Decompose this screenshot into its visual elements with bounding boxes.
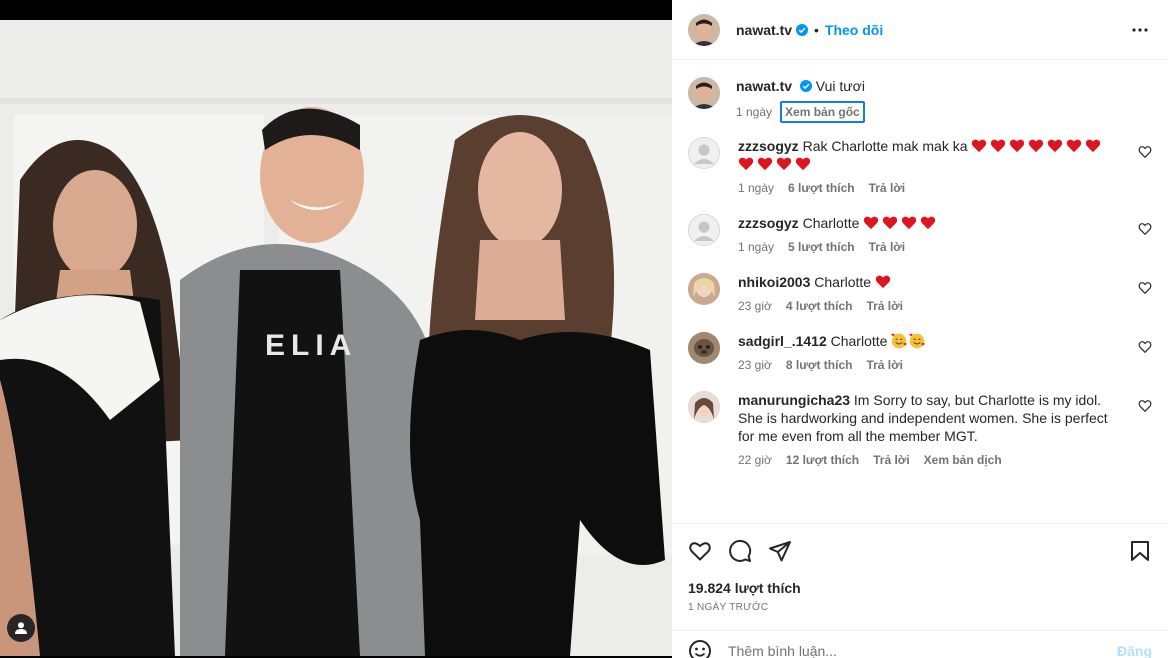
comment-time[interactable]: 23 giờ [738, 358, 772, 372]
comment-likes[interactable]: 5 lượt thích [788, 240, 855, 254]
comment-input[interactable] [728, 642, 1117, 658]
red-heart-emoji-icon [757, 157, 773, 171]
comments-list[interactable]: nawat.tv Vui tươi 1 ngày Xem bản gốc zzz… [672, 61, 1168, 523]
header-username[interactable]: nawat.tv [736, 22, 792, 38]
caption-username[interactable]: nawat.tv [736, 78, 792, 94]
comment-username[interactable]: zzzsogyz [738, 138, 799, 154]
comment-time[interactable]: 1 ngày [738, 240, 774, 254]
comment-item: manurungicha23 Im Sorry to say, but Char… [688, 391, 1152, 467]
more-options-button[interactable] [1128, 18, 1152, 42]
more-options-icon [1132, 27, 1148, 32]
follow-button[interactable]: Theo dõi [825, 22, 883, 38]
red-heart-emoji-icon [864, 216, 879, 230]
like-count[interactable]: 19.824 lượt thích [688, 580, 1152, 596]
separator-dot: • [814, 21, 819, 38]
post-comment-button[interactable]: Đăng [1117, 643, 1152, 658]
comment-time[interactable]: 23 giờ [738, 299, 772, 313]
reply-button[interactable]: Trả lời [866, 358, 903, 372]
user-tag-button[interactable] [7, 614, 35, 642]
avatar[interactable] [688, 332, 720, 364]
comment-likes[interactable]: 4 lượt thích [786, 299, 853, 313]
comment-emoji-hearts [875, 274, 894, 290]
like-comment-heart-icon[interactable] [1138, 340, 1152, 354]
red-heart-emoji-icon [972, 139, 987, 153]
avatar[interactable] [688, 273, 720, 305]
paper-plane-icon[interactable] [768, 539, 792, 563]
red-heart-emoji-icon [875, 275, 891, 289]
user-tag-icon [15, 622, 27, 634]
avatar[interactable] [688, 77, 720, 109]
comment-emoji-faces [891, 333, 927, 349]
comment-item: zzzsogyz Rak Charlotte mak mak ka 1 ngày… [688, 137, 1152, 195]
comment-item: sadgirl_.1412 Charlotte 23 giờ 8 lượt th… [688, 332, 1152, 372]
add-comment-bar: Đăng [672, 630, 1168, 658]
red-heart-emoji-icon [1010, 139, 1025, 153]
smiling-face-with-hearts-emoji-icon [909, 333, 925, 349]
reply-button[interactable]: Trả lời [869, 240, 906, 254]
comment-likes[interactable]: 12 lượt thích [786, 453, 859, 467]
post-date: 1 ngày trước [688, 602, 769, 613]
red-heart-emoji-icon [776, 157, 792, 171]
red-heart-emoji-icon [921, 216, 936, 230]
comment-username[interactable]: sadgirl_.1412 [738, 333, 827, 349]
red-heart-emoji-icon [1067, 139, 1082, 153]
reply-button[interactable]: Trả lời [869, 181, 906, 195]
red-heart-emoji-icon [795, 157, 811, 171]
see-translation-button[interactable]: Xem bản dịch [924, 453, 1002, 467]
red-heart-emoji-icon [902, 216, 917, 230]
comment-item: nhikoi2003 Charlotte 23 giờ 4 lượt thích… [688, 273, 1152, 313]
avatar[interactable] [688, 13, 720, 46]
post-header: nawat.tv • Theo dõi [672, 0, 1168, 60]
like-comment-heart-icon[interactable] [1138, 222, 1152, 236]
comment-text: Charlotte [830, 333, 888, 349]
shirt-text: ELIA [265, 329, 357, 362]
comment-text: Charlotte [814, 274, 872, 290]
like-comment-heart-icon[interactable] [1138, 281, 1152, 295]
comment-emoji-hearts [863, 215, 939, 231]
comment-likes[interactable]: 8 lượt thích [786, 358, 853, 372]
post-details-panel: nawat.tv • Theo dõi nawat.tv Vui tươi 1 … [672, 0, 1168, 658]
photo-image: ELIA [0, 20, 672, 656]
caption-text-line: nawat.tv Vui tươi [736, 77, 1152, 95]
like-comment-heart-icon[interactable] [1138, 399, 1152, 413]
red-heart-emoji-icon [1048, 139, 1063, 153]
comment-username[interactable]: nhikoi2003 [738, 274, 810, 290]
avatar[interactable] [688, 214, 720, 246]
verified-badge-icon [799, 80, 812, 92]
heart-outline-icon[interactable] [688, 539, 712, 563]
red-heart-emoji-icon [991, 139, 1006, 153]
caption-text: Vui tươi [815, 78, 865, 94]
smiley-icon[interactable] [688, 639, 712, 658]
red-heart-emoji-icon [1086, 139, 1101, 153]
comment-likes[interactable]: 6 lượt thích [788, 181, 855, 195]
see-original-button[interactable]: Xem bản gốc [780, 101, 865, 123]
red-heart-emoji-icon [883, 216, 898, 230]
reply-button[interactable]: Trả lời [873, 453, 910, 467]
avatar[interactable] [688, 391, 720, 423]
smiling-face-with-hearts-emoji-icon [891, 333, 907, 349]
red-heart-emoji-icon [738, 157, 754, 171]
post-photo[interactable]: ELIA [0, 0, 672, 658]
avatar[interactable] [688, 137, 720, 169]
comment-time[interactable]: 1 ngày [738, 181, 774, 195]
caption-time[interactable]: 1 ngày [736, 105, 772, 119]
bookmark-icon[interactable] [1128, 539, 1152, 563]
verified-badge-icon [796, 23, 809, 36]
comment-bubble-icon[interactable] [728, 539, 752, 563]
comment-item: zzzsogyz Charlotte 1 ngày 5 lượt thích T… [688, 214, 1152, 254]
comment-text: Rak Charlotte mak mak ka [802, 138, 968, 154]
like-comment-heart-icon[interactable] [1138, 145, 1152, 159]
comment-text: Charlotte [802, 215, 860, 231]
comment-username[interactable]: manurungicha23 [738, 392, 850, 408]
comment-username[interactable]: zzzsogyz [738, 215, 799, 231]
reply-button[interactable]: Trả lời [866, 299, 903, 313]
comment-time[interactable]: 22 giờ [738, 453, 772, 467]
post-actions: 19.824 lượt thích 1 ngày trước [672, 523, 1168, 613]
red-heart-emoji-icon [1029, 139, 1044, 153]
caption: nawat.tv Vui tươi 1 ngày Xem bản gốc [688, 77, 1152, 123]
